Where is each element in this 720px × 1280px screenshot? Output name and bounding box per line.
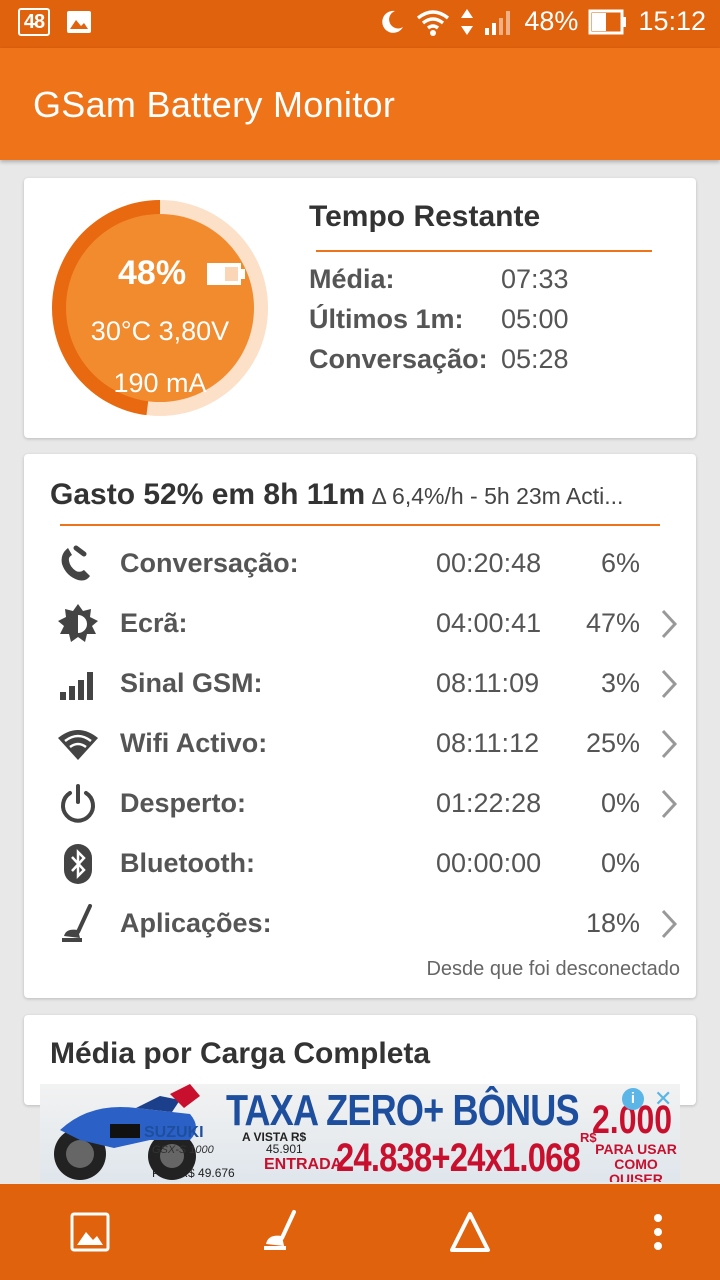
time-remaining-label: Últimos 1m: <box>309 304 464 334</box>
time-remaining-label: Média: <box>309 264 395 294</box>
usage-time: 00:20:48 <box>436 548 542 578</box>
usage-row-call[interactable]: Conversação: 00:20:48 6% <box>24 534 696 594</box>
status-bar: 48 48% 15:12 <box>0 0 720 48</box>
gauge-temp-voltage: 30°C 3,80V <box>90 316 230 346</box>
ad-pps: PPS R$ 49.676 <box>152 1166 235 1180</box>
usage-time: 00:00:00 <box>436 848 542 878</box>
usage-header-detail: Δ 6,4%/h - 5h 23m Acti... <box>365 483 624 509</box>
ad-a-vista-value: 45.901 <box>266 1142 303 1156</box>
battery-icon <box>588 9 627 34</box>
usage-footer: Desde que foi desconectado <box>426 958 680 980</box>
ad-price: 24.838+24x1.068 <box>336 1136 581 1180</box>
usage-label: Sinal GSM: <box>120 668 263 698</box>
delta-icon[interactable] <box>446 1208 494 1256</box>
usage-percent: 6% <box>600 548 640 578</box>
time-remaining-value: 07:33 <box>501 264 569 294</box>
time-remaining-label: Conversação: <box>309 344 488 374</box>
power-icon <box>61 784 95 823</box>
status-time: 15:12 <box>638 6 706 36</box>
ad-entrada: ENTRADA <box>264 1156 343 1173</box>
moon-icon <box>382 10 404 33</box>
usage-row-bluetooth[interactable]: Bluetooth: 00:00:00 0% <box>24 834 696 894</box>
usage-percent: 3% <box>600 668 640 698</box>
usage-time: 01:22:28 <box>436 788 542 818</box>
usage-percent: 0% <box>600 848 640 878</box>
apps-broom-icon <box>62 904 92 942</box>
time-remaining-value: 05:28 <box>501 344 569 374</box>
signal-bars-icon <box>60 672 93 700</box>
overflow-menu-icon[interactable] <box>634 1208 682 1256</box>
time-remaining-row: Média: 07:33 <box>309 264 569 295</box>
usage-label: Ecrã: <box>120 608 188 638</box>
status-battery-percent: 48% <box>524 6 579 36</box>
signal-icon <box>485 10 511 35</box>
ad-brand: SUZUKI <box>144 1124 204 1141</box>
time-remaining-value: 05:00 <box>501 304 569 334</box>
usage-row-apps[interactable]: Aplicações: 18% <box>24 894 696 954</box>
usage-label: Bluetooth: <box>120 848 255 878</box>
usage-label: Conversação: <box>120 548 299 578</box>
usage-time: 08:11:09 <box>436 668 540 698</box>
usage-percent: 0% <box>600 788 640 818</box>
usage-time: 04:00:41 <box>436 608 542 638</box>
usage-row-wifi[interactable]: Wifi Activo: 08:11:12 25% <box>24 714 696 774</box>
chevron-right-icon[interactable] <box>660 608 678 640</box>
ad-model: GSX-S 1000 <box>152 1144 214 1156</box>
ad-headline: TAXA ZERO+ BÔNUS <box>226 1086 580 1135</box>
chevron-right-icon[interactable] <box>660 728 678 760</box>
apps-broom-icon[interactable] <box>258 1208 306 1256</box>
chevron-right-icon[interactable] <box>660 788 678 820</box>
usage-row-awake[interactable]: Desperto: 01:22:28 0% <box>24 774 696 834</box>
gallery-icon[interactable] <box>66 1208 114 1256</box>
time-remaining-row: Conversação: 05:28 <box>309 344 569 375</box>
usage-header: Gasto 52% em 8h 11m Δ 6,4%/h - 5h 23m Ac… <box>50 478 623 512</box>
usage-row-gsm[interactable]: Sinal GSM: 08:11:09 3% <box>24 654 696 714</box>
divider <box>60 524 660 526</box>
brightness-icon <box>58 604 98 642</box>
usage-label: Wifi Activo: <box>120 728 268 758</box>
phone-icon <box>61 545 90 581</box>
average-charge-title: Média por Carga Completa <box>50 1037 431 1070</box>
chevron-right-icon[interactable] <box>660 908 678 940</box>
divider <box>316 250 652 252</box>
ad-info-icon[interactable]: i <box>622 1088 644 1110</box>
bottom-toolbar <box>0 1184 720 1280</box>
usage-label: Desperto: <box>120 788 247 818</box>
wifi-icon <box>58 730 98 760</box>
ad-close-icon[interactable]: ✕ <box>654 1086 672 1112</box>
usage-card: Gasto 52% em 8h 11m Δ 6,4%/h - 5h 23m Ac… <box>24 454 696 998</box>
bluetooth-icon <box>64 844 92 884</box>
usage-percent: 25% <box>585 728 640 758</box>
usage-row-screen[interactable]: Ecrã: 04:00:41 47% <box>24 594 696 654</box>
calendar-icon: 48 <box>18 8 50 36</box>
ad-banner[interactable]: SUZUKI GSX-S 1000 PPS R$ 49.676 TAXA ZER… <box>40 1084 680 1182</box>
app-title: GSam Battery Monitor <box>33 84 396 125</box>
battery-summary-card[interactable]: 48% 30°C 3,80V 190 mA Tempo Restante Méd… <box>24 178 696 438</box>
usage-time: 08:11:12 <box>436 728 540 758</box>
time-remaining-row: Últimos 1m: 05:00 <box>309 304 569 335</box>
gauge-battery-icon <box>207 263 245 285</box>
gauge-current: 190 mA <box>113 368 207 398</box>
usage-label: Aplicações: <box>120 908 272 938</box>
ad-bonus-sub: PARA USAR COMO QUISER <box>595 1141 677 1183</box>
data-arrows-icon <box>461 8 474 35</box>
battery-gauge: 48% 30°C 3,80V 190 mA <box>48 196 272 420</box>
image-icon <box>67 11 91 33</box>
usage-percent: 47% <box>585 608 640 638</box>
chevron-right-icon[interactable] <box>660 668 678 700</box>
usage-header-main: Gasto 52% em 8h 11m <box>50 478 366 511</box>
app-bar: GSam Battery Monitor <box>0 48 720 160</box>
wifi-icon <box>417 9 450 36</box>
usage-percent: 18% <box>585 908 640 938</box>
gauge-percent: 48% <box>118 254 187 292</box>
time-remaining-title: Tempo Restante <box>309 200 541 233</box>
